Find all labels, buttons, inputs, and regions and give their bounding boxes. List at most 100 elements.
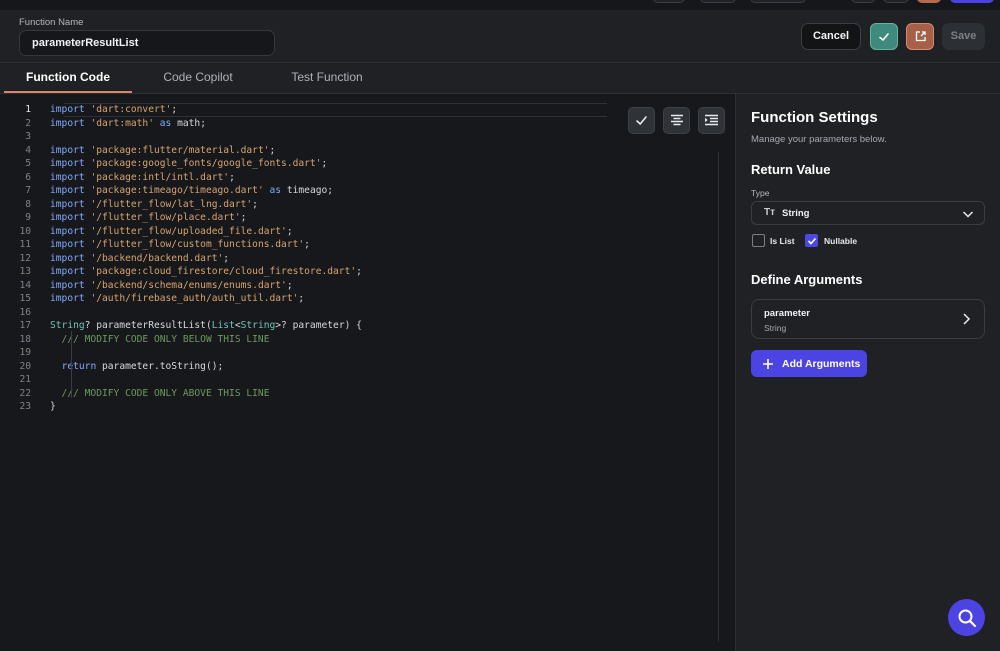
code-token: 'package:intl/intl.dart' — [90, 171, 230, 183]
search-icon — [958, 609, 976, 627]
code-line[interactable]: 13 import 'package:cloud_firestore/cloud_… — [0, 265, 720, 279]
code-line[interactable]: 2 import 'dart:math' as math; — [0, 117, 720, 131]
confirm-button[interactable] — [870, 23, 898, 50]
toolbar-button[interactable] — [851, 0, 875, 3]
code-token: ; — [286, 225, 293, 237]
code-token: '/flutter_flow/lat_lng.dart' — [90, 198, 253, 210]
return-type-select[interactable]: Tт String — [751, 201, 985, 225]
add-arguments-label: Add Arguments — [782, 357, 861, 370]
line-number: 21 — [19, 374, 31, 385]
code-text: /// MODIFY CODE ONLY BELOW THIS LINE — [50, 333, 270, 347]
nullable-checkbox[interactable] — [805, 234, 818, 247]
code-line[interactable]: 15 import '/auth/firebase_auth/auth_util.… — [0, 292, 720, 306]
code-text: return parameter.toString(); — [50, 360, 224, 374]
line-number: 17 — [19, 320, 31, 331]
code-line[interactable]: 18 /// MODIFY CODE ONLY BELOW THIS LINE — [0, 333, 720, 347]
function-settings-panel: Function Settings Manage your parameters… — [737, 94, 1000, 651]
code-token: ; — [240, 212, 247, 223]
line-number: 9 — [25, 212, 31, 223]
code-token: parameter.toString(); — [96, 360, 224, 372]
open-external-button[interactable] — [906, 23, 934, 50]
code-token: ; — [298, 293, 305, 304]
code-text: /// MODIFY CODE ONLY ABOVE THIS LINE — [50, 387, 270, 401]
line-number: 12 — [19, 252, 31, 264]
code-line[interactable]: 8 import '/flutter_flow/lat_lng.dart'; — [0, 198, 720, 212]
code-line[interactable]: 11 import '/flutter_flow/custom_functions… — [0, 238, 720, 252]
line-number: 11 — [19, 239, 31, 250]
code-token: /// MODIFY CODE ONLY ABOVE THIS LINE — [50, 387, 270, 399]
line-number: 15 — [19, 293, 31, 304]
code-line[interactable]: 19 — [0, 346, 720, 360]
code-editor[interactable]: 1 import 'dart:convert'; 2 import 'dart:mat… — [0, 94, 736, 651]
editor-scrollbar[interactable] — [718, 152, 719, 642]
format-code-button[interactable] — [663, 107, 690, 134]
line-number: 16 — [19, 306, 31, 318]
code-line[interactable]: 20 return parameter.toString(); — [0, 360, 720, 374]
code-text: import 'package:flutter/material.dart'; — [50, 144, 275, 158]
code-token: return — [61, 360, 97, 372]
toolbar-button[interactable] — [950, 0, 994, 3]
code-line[interactable]: 21 — [0, 373, 720, 387]
code-line[interactable]: 5 import 'package:google_fonts/google_fon… — [0, 157, 720, 171]
is-list-checkbox[interactable] — [752, 234, 765, 247]
code-token: import — [50, 239, 85, 250]
code-token: timeago; — [281, 185, 334, 196]
toolbar-button[interactable] — [917, 0, 941, 3]
code-token: '/backend/backend.dart' — [90, 252, 224, 264]
function-name-input[interactable]: parameterResultList — [19, 30, 275, 56]
code-line[interactable]: 9 import '/flutter_flow/place.dart'; — [0, 211, 720, 225]
code-token: import — [50, 293, 85, 304]
search-fab-button[interactable] — [948, 599, 985, 636]
check-icon — [879, 32, 889, 41]
code-line[interactable]: 3 — [0, 130, 720, 144]
save-button[interactable]: Save — [942, 23, 985, 50]
toolbar-button[interactable] — [883, 0, 909, 3]
code-line[interactable]: 6 import 'package:intl/intl.dart'; — [0, 171, 720, 185]
tab-function-code[interactable]: Function Code — [4, 63, 132, 93]
argument-card[interactable]: parameter String — [751, 299, 985, 339]
editor-toolbar — [628, 107, 725, 134]
code-text: import 'package:intl/intl.dart'; — [50, 171, 235, 185]
line-number: 10 — [19, 225, 31, 237]
code-line[interactable]: 7 import 'package:timeago/timeago.dart' a… — [0, 184, 720, 198]
code-line[interactable]: 1 import 'dart:convert'; — [0, 103, 720, 117]
code-text: import '/backend/backend.dart'; — [50, 252, 229, 266]
code-line[interactable]: 17 String? parameterResultList(List<Strin… — [0, 319, 720, 333]
code-line[interactable]: 10 import '/flutter_flow/uploaded_file.da… — [0, 225, 720, 239]
tab-test-function[interactable]: Test Function — [278, 63, 376, 93]
return-type-value: String — [782, 208, 810, 219]
line-number: 13 — [19, 266, 31, 277]
type-label: Type — [751, 188, 770, 198]
line-number: 19 — [19, 347, 31, 358]
code-text: import '/auth/firebase_auth/auth_util.da… — [50, 292, 304, 306]
code-text: } — [50, 400, 56, 414]
toolbar-button[interactable] — [653, 0, 685, 3]
code-token: 'dart:math' — [90, 117, 154, 129]
check-code-button[interactable] — [628, 107, 655, 134]
code-lines[interactable]: 1 import 'dart:convert'; 2 import 'dart:mat… — [0, 103, 720, 414]
toolbar-button[interactable] — [700, 0, 736, 3]
code-token: import — [50, 198, 85, 210]
code-line[interactable]: 14 import '/backend/schema/enums/enums.da… — [0, 279, 720, 293]
code-line[interactable]: 12 import '/backend/backend.dart'; — [0, 252, 720, 266]
code-token: ; — [223, 252, 230, 264]
code-line[interactable]: 4 import 'package:flutter/material.dart'; — [0, 144, 720, 158]
line-number: 5 — [25, 158, 31, 169]
code-line[interactable]: 22 /// MODIFY CODE ONLY ABOVE THIS LINE — [0, 387, 720, 401]
code-token: import — [50, 104, 85, 115]
settings-title: Function Settings — [751, 109, 878, 126]
add-arguments-button[interactable]: Add Arguments — [751, 350, 867, 377]
code-token: ; — [304, 239, 310, 250]
line-number: 4 — [25, 144, 31, 156]
cancel-button[interactable]: Cancel — [801, 23, 861, 50]
line-number: 23 — [19, 401, 31, 412]
check-icon — [807, 237, 816, 245]
code-line[interactable]: 16 — [0, 306, 720, 320]
tab-code-copilot[interactable]: Code Copilot — [148, 63, 248, 93]
define-arguments-heading: Define Arguments — [751, 272, 863, 287]
indent-code-button[interactable] — [698, 107, 725, 134]
code-line[interactable]: 23} — [0, 400, 720, 414]
toolbar-button[interactable] — [750, 0, 806, 3]
code-token: import — [50, 266, 85, 277]
